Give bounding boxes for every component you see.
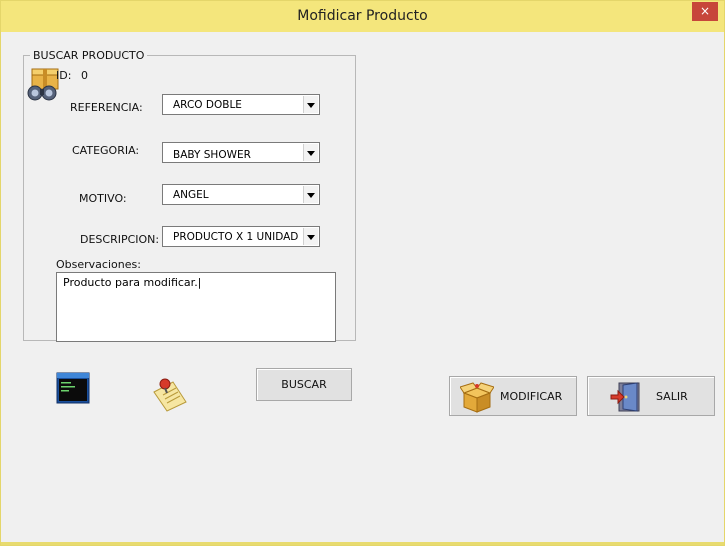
referencia-value: ARCO DOBLE (173, 99, 242, 111)
chevron-down-icon[interactable] (303, 228, 318, 245)
buscar-button-label: BUSCAR (281, 378, 327, 391)
descripcion-label: DESCRIPCION: (80, 233, 160, 246)
main-window: Mofidicar Producto × BUSCAR PRODUCTO ID:… (0, 0, 725, 546)
close-button[interactable]: × (692, 2, 718, 21)
categoria-label: CATEGORIA: (72, 144, 140, 157)
salir-button[interactable]: SALIR (587, 376, 715, 416)
id-value: 0 (81, 69, 88, 82)
terminal-icon[interactable] (56, 372, 90, 404)
chevron-down-icon[interactable] (303, 186, 318, 203)
buscar-button[interactable]: BUSCAR (256, 368, 352, 401)
title-bar[interactable]: Mofidicar Producto × (1, 1, 724, 32)
categoria-combo[interactable]: BABY SHOWER (162, 142, 320, 163)
referencia-combo[interactable]: ARCO DOBLE (162, 94, 320, 115)
descripcion-value: PRODUCTO X 1 UNIDAD (173, 231, 299, 243)
motivo-label: MOTIVO: (79, 192, 127, 205)
motivo-combo[interactable]: ANGEL (162, 184, 320, 205)
descripcion-combo[interactable]: PRODUCTO X 1 UNIDAD (162, 226, 320, 247)
modificar-button-label: MODIFICAR (500, 389, 563, 403)
referencia-label: REFERENCIA: (70, 101, 143, 114)
observaciones-label: Observaciones: (56, 258, 141, 271)
exit-door-icon (610, 381, 642, 416)
observaciones-textarea[interactable]: Producto para modificar.| (56, 272, 336, 342)
note-pin-icon[interactable] (151, 376, 189, 412)
categoria-value: BABY SHOWER (173, 149, 251, 161)
motivo-value: ANGEL (173, 189, 209, 201)
modificar-button[interactable]: MODIFICAR (449, 376, 577, 416)
id-label: ID: (56, 69, 72, 82)
chevron-down-icon[interactable] (303, 144, 318, 161)
chevron-down-icon[interactable] (303, 96, 318, 113)
bottom-border (1, 542, 724, 545)
search-group-legend: BUSCAR PRODUCTO (33, 49, 145, 62)
salir-button-label: SALIR (656, 389, 688, 403)
open-box-icon (459, 381, 495, 416)
window-title: Mofidicar Producto (297, 8, 428, 24)
